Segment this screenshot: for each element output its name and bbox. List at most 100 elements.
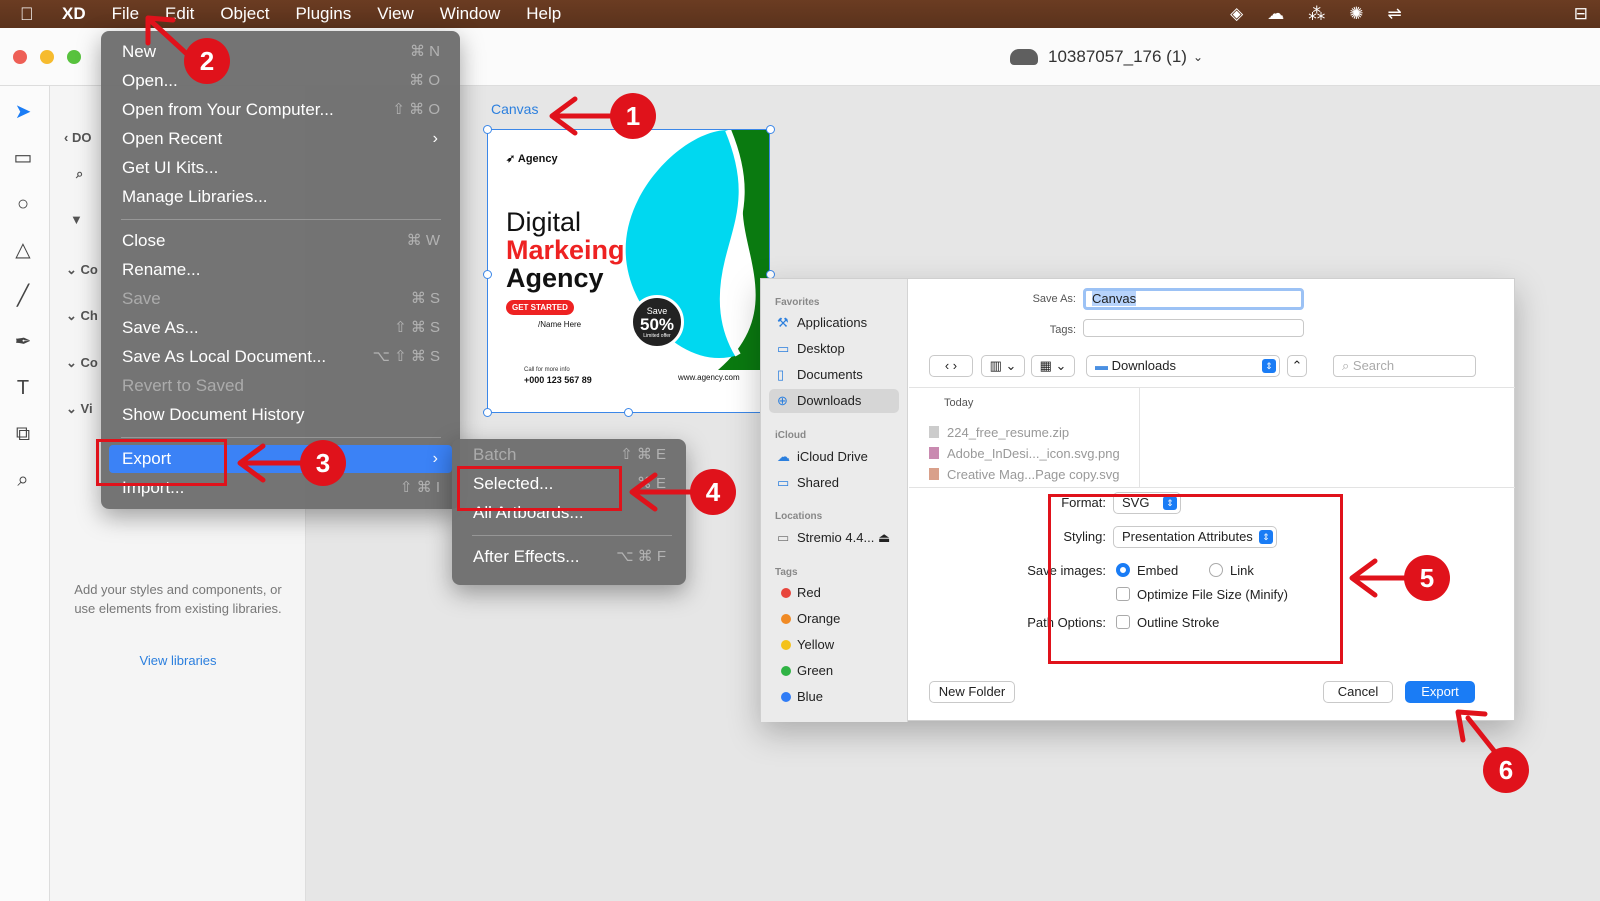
- tag-blue[interactable]: Blue: [769, 685, 899, 709]
- annotation-box-export-options: [1048, 494, 1343, 664]
- menu-item-new[interactable]: New ⌘ N: [109, 38, 452, 66]
- menu-file[interactable]: File: [112, 4, 139, 24]
- file-item[interactable]: 224_free_resume.zip: [929, 425, 1069, 440]
- panel-back[interactable]: ‹ DO: [64, 130, 91, 145]
- rectangle-tool-icon[interactable]: ▭: [11, 146, 35, 170]
- export-button[interactable]: Export: [1405, 681, 1475, 703]
- headline-line-1: Digital: [506, 207, 582, 237]
- menu-app-name[interactable]: XD: [62, 4, 86, 24]
- cancel-button[interactable]: Cancel: [1323, 681, 1393, 703]
- file-item[interactable]: Adobe_InDesi..._icon.svg.png: [929, 446, 1120, 461]
- sidebar-item-stremio[interactable]: ▭ Stremio 4.4... ⏏: [769, 526, 899, 550]
- zoom-window-button[interactable]: [67, 50, 81, 64]
- shared-folder-icon: ▭: [777, 475, 790, 490]
- section-character-styles[interactable]: ⌄ Ch: [66, 308, 98, 324]
- search-icon[interactable]: ⌕: [76, 166, 83, 182]
- minimize-window-button[interactable]: [40, 50, 54, 64]
- annotation-badge-2: 2: [184, 38, 230, 84]
- website: www.agency.com: [678, 373, 740, 382]
- group-button[interactable]: ▦ ⌄: [1031, 355, 1075, 377]
- dots-icon[interactable]: ⁂: [1308, 4, 1325, 24]
- collapse-button[interactable]: ⌃: [1287, 355, 1307, 377]
- triangle-tool-icon[interactable]: △: [11, 238, 35, 262]
- file-item[interactable]: Creative Mag...Page copy.svg: [929, 467, 1119, 482]
- search-field[interactable]: ⌕ Search: [1333, 355, 1476, 377]
- text-tool-icon[interactable]: T: [11, 376, 35, 400]
- menu-item-close[interactable]: Close ⌘ W: [109, 227, 452, 255]
- resize-handle[interactable]: [483, 408, 492, 417]
- brand-name: ➶ Agency: [506, 153, 558, 165]
- tag-yellow[interactable]: Yellow: [769, 633, 899, 657]
- control-center-icon[interactable]: ⊟: [1574, 4, 1588, 24]
- figma-icon[interactable]: ◈: [1230, 4, 1243, 24]
- tag-green[interactable]: Green: [769, 659, 899, 683]
- filter-icon[interactable]: ▼: [70, 212, 83, 227]
- menu-window[interactable]: Window: [440, 4, 500, 24]
- menu-item-save: Save ⌘ S: [122, 289, 440, 308]
- menu-item-open[interactable]: Open... ⌘ O: [109, 67, 452, 95]
- menu-edit[interactable]: Edit: [165, 4, 194, 24]
- select-tool-icon[interactable]: ➤: [11, 100, 35, 124]
- location-popup[interactable]: ▬ Downloads ⇕: [1086, 355, 1280, 377]
- view-mode-button[interactable]: ▥ ⌄: [981, 355, 1025, 377]
- line-tool-icon[interactable]: ╱: [11, 284, 35, 308]
- menu-item-save-as[interactable]: Save As... ⇧ ⌘ S: [109, 314, 452, 342]
- menu-view[interactable]: View: [377, 4, 414, 24]
- submenu-item-after-effects[interactable]: After Effects... ⌥ ⌘ F: [460, 543, 678, 571]
- menu-item-document-history[interactable]: Show Document History: [109, 401, 452, 429]
- file-menu: New ⌘ N Open... ⌘ O Open from Your Compute…: [101, 31, 460, 509]
- pen-tool-icon[interactable]: ✒: [11, 330, 35, 354]
- artboard-canvas[interactable]: ➶ Agency Digital Markeing Agency GET STA…: [487, 129, 770, 413]
- sidebar-item-applications[interactable]: ⚒ Applications: [769, 311, 899, 335]
- tag-red[interactable]: Red: [769, 581, 899, 605]
- get-started-pill: GET STARTED: [506, 300, 574, 315]
- call-text: Call for more info: [524, 367, 570, 373]
- section-video[interactable]: ⌄ Vi: [66, 401, 93, 417]
- new-folder-button[interactable]: New Folder: [929, 681, 1015, 703]
- menu-item-open-recent[interactable]: Open Recent ›: [109, 125, 452, 153]
- cloud-icon: [1010, 49, 1038, 65]
- stepper-icon: ⇕: [1262, 359, 1276, 373]
- creative-cloud-icon[interactable]: ☁: [1267, 4, 1284, 24]
- apple-icon[interactable]: : [20, 4, 44, 25]
- artboard-tool-icon[interactable]: ⧉: [11, 422, 35, 446]
- menu-item-save-as-local[interactable]: Save As Local Document... ⌥ ⇧ ⌘ S: [109, 343, 452, 371]
- menu-item-rename[interactable]: Rename...: [109, 256, 452, 284]
- annotation-box-selected: [457, 466, 622, 511]
- zoom-tool-icon[interactable]: ⌕: [11, 468, 35, 492]
- cast-icon[interactable]: ⇌: [1388, 4, 1402, 24]
- divider: [909, 487, 1515, 488]
- resize-handle[interactable]: [624, 408, 633, 417]
- resize-handle[interactable]: [483, 270, 492, 279]
- menu-help[interactable]: Help: [526, 4, 561, 24]
- ellipse-tool-icon[interactable]: ○: [11, 192, 35, 216]
- sidebar-item-downloads[interactable]: ⊕ Downloads: [769, 389, 899, 413]
- tag-orange[interactable]: Orange: [769, 607, 899, 631]
- sidebar-item-desktop[interactable]: ▭ Desktop: [769, 337, 899, 361]
- gear-icon[interactable]: ✺: [1349, 4, 1363, 24]
- menu-plugins[interactable]: Plugins: [295, 4, 351, 24]
- save-badge: Save 50% Limited offer: [630, 295, 684, 349]
- sidebar-item-icloud-drive[interactable]: ☁ iCloud Drive: [769, 445, 899, 469]
- view-libraries-link[interactable]: View libraries: [50, 653, 306, 668]
- section-colors[interactable]: ⌄ Co: [66, 262, 98, 278]
- resize-handle[interactable]: [483, 125, 492, 134]
- sidebar-item-shared[interactable]: ▭ Shared: [769, 471, 899, 495]
- document-title[interactable]: 10387057_176 (1) ⌄: [1010, 47, 1203, 67]
- menu-item-get-ui-kits[interactable]: Get UI Kits...: [109, 154, 452, 182]
- resize-handle[interactable]: [766, 125, 775, 134]
- save-as-field[interactable]: Canvas: [1083, 288, 1304, 310]
- annotation-badge-4: 4: [690, 469, 736, 515]
- back-forward-buttons[interactable]: ‹ ›: [929, 355, 973, 377]
- menu-object[interactable]: Object: [220, 4, 269, 24]
- menu-item-manage-libraries[interactable]: Manage Libraries...: [109, 183, 452, 211]
- tag-dot: [781, 588, 791, 598]
- menu-item-open-from-computer[interactable]: Open from Your Computer... ⇧ ⌘ O: [109, 96, 452, 124]
- close-window-button[interactable]: [13, 50, 27, 64]
- eject-icon[interactable]: ⏏: [878, 530, 890, 545]
- artboard-label[interactable]: Canvas: [491, 101, 538, 117]
- section-components[interactable]: ⌄ Co: [66, 355, 98, 371]
- sidebar-item-documents[interactable]: ▯ Documents: [769, 363, 899, 387]
- tags-field[interactable]: [1083, 319, 1304, 337]
- submenu-item-batch: Batch ⇧ ⌘ E: [473, 445, 666, 464]
